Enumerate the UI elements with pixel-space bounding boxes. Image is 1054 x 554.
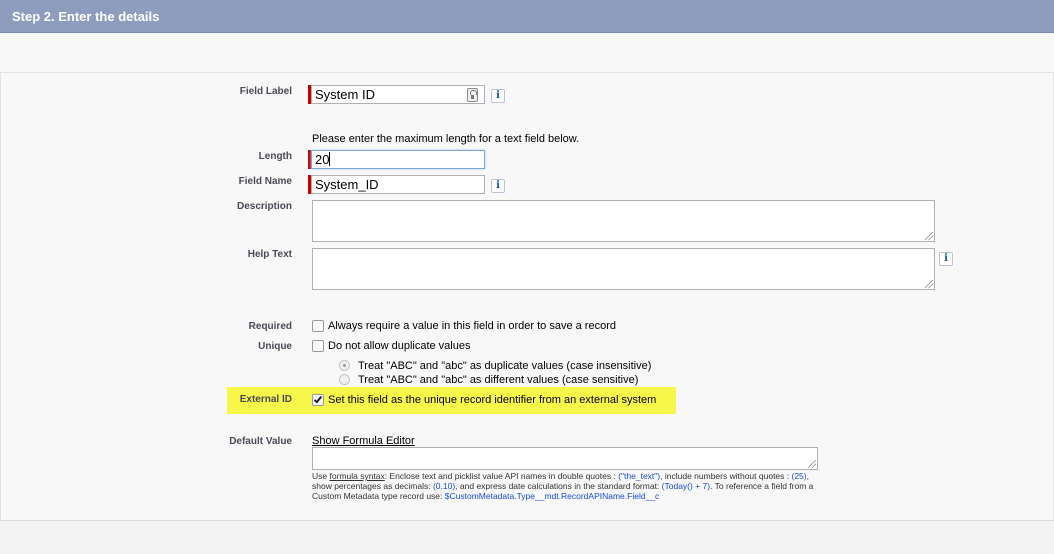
external-id-label: External ID xyxy=(239,394,292,405)
field-label-input[interactable]: System ID xyxy=(311,85,485,104)
show-formula-editor-link[interactable]: Show Formula Editor xyxy=(312,435,415,447)
description-label: Description xyxy=(236,201,292,212)
help-text-textarea[interactable] xyxy=(312,248,935,290)
help-code: ("the_text") xyxy=(618,471,661,481)
length-label: Length xyxy=(258,151,292,162)
unique-label: Unique xyxy=(258,341,292,352)
panel-bottom-band xyxy=(0,520,1054,554)
unique-option-text: Do not allow duplicate values xyxy=(328,340,471,352)
default-value-label: Default Value xyxy=(229,436,292,447)
lock-icon[interactable] xyxy=(467,88,478,102)
unique-checkbox[interactable] xyxy=(312,340,324,352)
field-label-info-icon[interactable]: i xyxy=(491,89,505,103)
case-insensitive-text: Treat "ABC" and "abc" as duplicate value… xyxy=(358,360,652,372)
resize-grip-icon[interactable] xyxy=(925,232,933,240)
check-icon xyxy=(313,394,323,404)
field-name-value: System_ID xyxy=(315,177,379,192)
help-text-part: , and express date calculations in the s… xyxy=(455,481,662,491)
text-caret xyxy=(329,152,331,166)
help-code: (25) xyxy=(791,471,807,481)
help-text-info-icon[interactable]: i xyxy=(939,252,953,266)
step-title: Step 2. Enter the details xyxy=(12,9,160,24)
field-label-value: System ID xyxy=(315,87,375,102)
field-name-label: Field Name xyxy=(238,176,292,187)
help-code: (0.10) xyxy=(432,481,456,491)
help-code: $CustomMetadata.Type__mdt.RecordAPIName.… xyxy=(444,491,660,501)
external-id-checkbox[interactable] xyxy=(312,394,324,406)
length-input[interactable]: 20 xyxy=(311,150,485,169)
field-label-label: Field Label xyxy=(239,86,292,97)
formula-help-text: Use formula syntax: Enclose text and pic… xyxy=(312,471,822,501)
case-insensitive-radio[interactable] xyxy=(339,360,350,371)
length-value: 20 xyxy=(315,152,330,167)
field-name-info-icon[interactable]: i xyxy=(491,179,505,193)
length-hint-text: Please enter the maximum length for a te… xyxy=(312,133,580,145)
field-name-input[interactable]: System_ID xyxy=(311,175,485,194)
help-code: (Today() + 7) xyxy=(661,481,711,491)
help-text-part: : Enclose text and picklist value API na… xyxy=(384,471,619,481)
help-text-part: Use xyxy=(312,471,330,481)
required-option-text: Always require a value in this field in … xyxy=(328,320,616,332)
help-text-label: Help Text xyxy=(247,249,292,260)
required-checkbox[interactable] xyxy=(312,320,324,332)
formula-syntax-link[interactable]: formula syntax xyxy=(329,471,384,481)
external-id-option-text: Set this field as the unique record iden… xyxy=(328,394,657,406)
default-value-textarea[interactable] xyxy=(312,447,818,470)
resize-grip-icon[interactable] xyxy=(925,280,933,288)
resize-grip-icon[interactable] xyxy=(808,460,816,468)
case-sensitive-text: Treat "ABC" and "abc" as different value… xyxy=(358,374,639,386)
required-label: Required xyxy=(248,321,292,332)
step-header: Step 2. Enter the details xyxy=(0,0,1054,33)
help-text-part: , include numbers without quotes : xyxy=(660,471,792,481)
case-sensitive-radio[interactable] xyxy=(339,374,350,385)
description-textarea[interactable] xyxy=(312,200,935,242)
panel-top-band xyxy=(0,33,1054,73)
